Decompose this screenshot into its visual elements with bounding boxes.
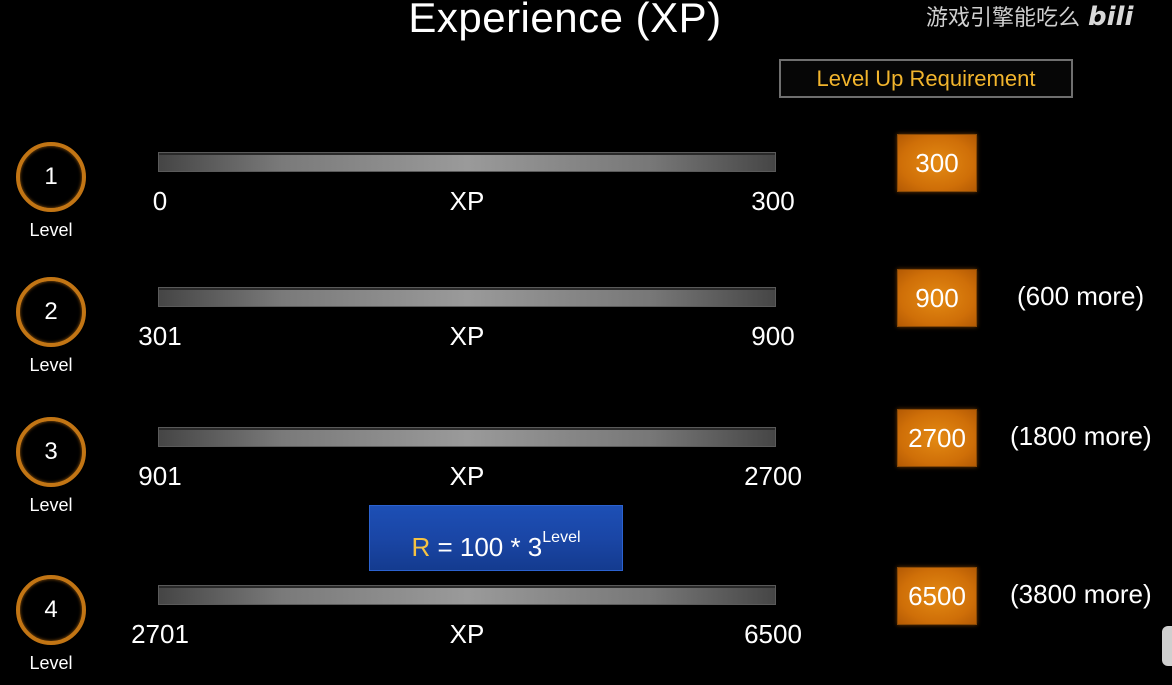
formula-r: R [411, 532, 431, 562]
xp-formula-box: R = 100 * 3Level [369, 505, 623, 571]
xp-min-label: 901 [138, 461, 182, 491]
watermark-text: 游戏引擎能吃么 [926, 6, 1081, 31]
xp-min-label: 0 [152, 186, 168, 216]
xp-max-label: 2700 [744, 461, 802, 491]
level-label: Level [29, 495, 73, 515]
requirement-value: 6500 [897, 567, 977, 625]
requirement-value: 2700 [897, 409, 977, 467]
level-label: Level [29, 355, 73, 375]
xp-max-label: 300 [751, 186, 795, 216]
xp-unit-label: XP [449, 186, 485, 216]
level-row-2: 2 Level 301 XP 900 900 (600 more) [0, 269, 1172, 387]
requirement-more: (600 more) [1017, 281, 1145, 311]
xp-unit-label: XP [449, 461, 485, 491]
level-number-badge: 3 [16, 417, 86, 487]
xp-min-label: 2701 [131, 619, 189, 649]
requirement-value: 900 [897, 269, 977, 327]
level-number-badge: 2 [16, 277, 86, 347]
xp-min-label: 301 [138, 321, 182, 351]
requirement-more: (3800 more) [1010, 579, 1152, 609]
xp-max-label: 900 [751, 321, 795, 351]
level-row-4: 4 Level 2701 XP 6500 6500 (3800 more) [0, 567, 1172, 685]
level-label: Level [29, 653, 73, 673]
xp-unit-label: XP [449, 619, 485, 649]
xp-bar [158, 152, 776, 172]
formula-body: = 100 * 3 [430, 532, 543, 562]
requirement-value: 300 [897, 134, 977, 192]
xp-unit-label: XP [449, 321, 485, 351]
watermark: 游戏引擎能吃么 bili [926, 0, 1133, 32]
xp-bar [158, 287, 776, 307]
level-row-1: 1 Level 0 XP 300 300 [0, 134, 1172, 252]
requirement-more: (1800 more) [1010, 421, 1152, 451]
xp-bar [158, 585, 776, 605]
formula-exponent: Level [542, 529, 581, 546]
xp-bar [158, 427, 776, 447]
level-number-badge: 1 [16, 142, 86, 212]
level-up-requirement-header: Level Up Requirement [779, 59, 1073, 98]
xp-max-label: 6500 [744, 619, 802, 649]
bilibili-logo-icon: bili [1088, 2, 1134, 32]
level-number-badge: 4 [16, 575, 86, 645]
player-edge-handle[interactable] [1162, 626, 1172, 666]
level-label: Level [29, 220, 73, 240]
